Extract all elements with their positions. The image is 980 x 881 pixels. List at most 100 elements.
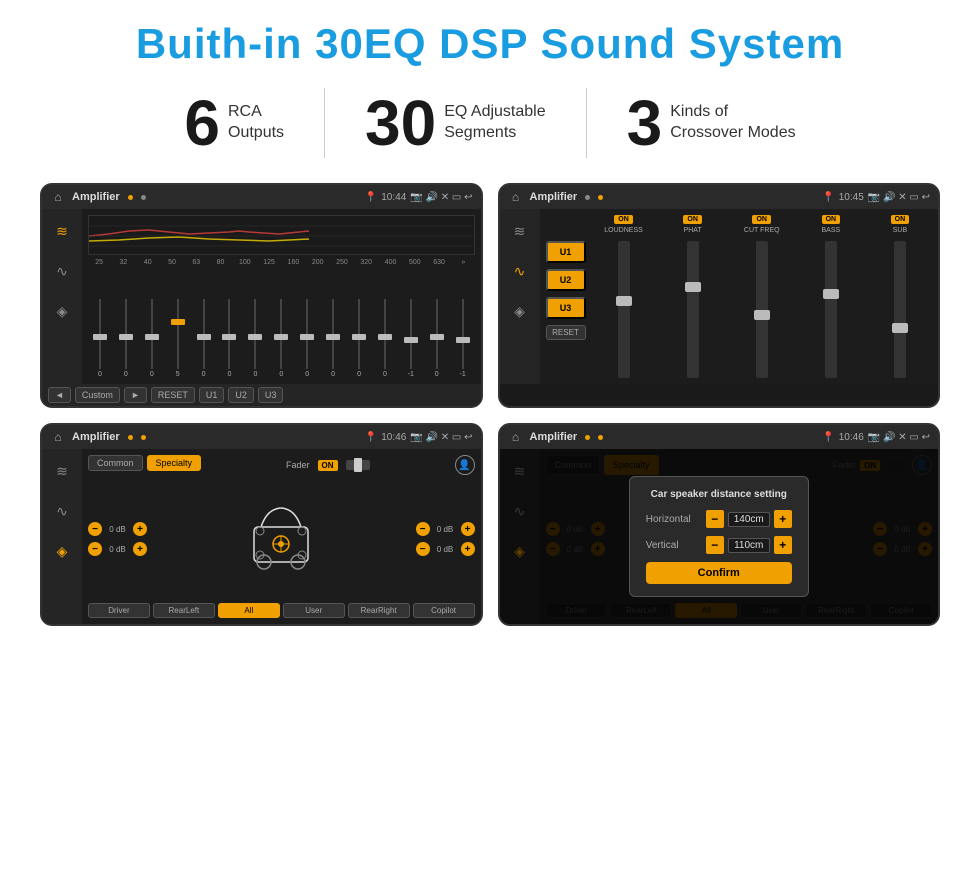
- fader-label: Fader: [286, 460, 310, 470]
- horizontal-minus[interactable]: −: [706, 510, 724, 528]
- u1-preset[interactable]: U1: [546, 241, 586, 263]
- confirm-button[interactable]: Confirm: [646, 562, 792, 584]
- fader-slider[interactable]: [346, 460, 370, 470]
- eq-slider-col-2[interactable]: 0: [140, 298, 164, 378]
- vertical-minus[interactable]: −: [706, 536, 724, 554]
- horizontal-value: 140cm: [728, 512, 770, 527]
- eq-label-7: 125: [258, 259, 280, 266]
- eq-label-1: 32: [112, 259, 134, 266]
- eq-slider-col-0[interactable]: 0: [88, 298, 112, 378]
- stat-label-rca: RCAOutputs: [228, 102, 284, 144]
- on-badge-bass[interactable]: ON: [822, 215, 841, 224]
- vol-val-0: 0 dB: [105, 525, 130, 534]
- reset-button[interactable]: RESET: [151, 387, 195, 403]
- driver-btn[interactable]: Driver: [88, 603, 150, 618]
- time-3: 10:46: [381, 432, 406, 443]
- custom-button[interactable]: Custom: [75, 387, 120, 403]
- eq-label-11: 320: [355, 259, 377, 266]
- specialty-tab[interactable]: Specialty: [147, 455, 202, 471]
- ch-label-bass: BASS: [821, 227, 840, 234]
- eq-label-4: 63: [185, 259, 207, 266]
- eq-slider-col-7[interactable]: 0: [269, 298, 293, 378]
- on-badge-loudness[interactable]: ON: [614, 215, 633, 224]
- eq-val-9: 0: [331, 371, 335, 378]
- eq-slider-col-9[interactable]: 0: [321, 298, 345, 378]
- vol-plus-0[interactable]: +: [133, 522, 147, 536]
- u2-preset[interactable]: U2: [546, 269, 586, 291]
- u3-button[interactable]: U3: [258, 387, 284, 403]
- common-tab[interactable]: Common: [88, 455, 143, 471]
- sidebar-eq-icon-2[interactable]: ≋: [506, 217, 534, 245]
- copilot-btn[interactable]: Copilot: [413, 603, 475, 618]
- rearleft-btn[interactable]: RearLeft: [153, 603, 215, 618]
- sidebar-wave-icon-3[interactable]: ∿: [48, 497, 76, 525]
- u2-button[interactable]: U2: [228, 387, 254, 403]
- eq-slider-col-13[interactable]: 0: [425, 298, 449, 378]
- eq-slider-col-1[interactable]: 0: [114, 298, 138, 378]
- vol-minus-1[interactable]: −: [88, 542, 102, 556]
- home-icon-3: ⌂: [50, 429, 66, 445]
- sidebar-speaker-icon[interactable]: ◈: [48, 297, 76, 325]
- reset-btn-amp[interactable]: RESET: [546, 325, 586, 340]
- u3-preset[interactable]: U3: [546, 297, 586, 319]
- u1-button[interactable]: U1: [199, 387, 225, 403]
- screen-speaker: ⌂ Amplifier 📍 10:46 📷 🔊 ✕ ▭ ↩ ≋ ∿ ◈: [40, 423, 483, 626]
- next-button[interactable]: ►: [124, 387, 147, 403]
- eq-slider-col-8[interactable]: 0: [295, 298, 319, 378]
- status-dot-2b: [598, 195, 603, 200]
- vertical-plus[interactable]: +: [774, 536, 792, 554]
- eq-slider-col-5[interactable]: 0: [218, 298, 242, 378]
- eq-slider-col-10[interactable]: 0: [347, 298, 371, 378]
- profile-icon[interactable]: 👤: [455, 455, 475, 475]
- channel-cutfreq: ON CUT FREQ: [730, 215, 794, 378]
- eq-graph: [88, 215, 475, 255]
- channel-bass: ON BASS: [799, 215, 863, 378]
- vol-minus-3[interactable]: −: [416, 542, 430, 556]
- rearright-btn[interactable]: RearRight: [348, 603, 410, 618]
- all-btn[interactable]: All: [218, 603, 280, 618]
- horizontal-plus[interactable]: +: [774, 510, 792, 528]
- eq-val-0: 0: [98, 371, 102, 378]
- vol-val-3: 0 dB: [433, 545, 458, 554]
- sidebar-eq-icon[interactable]: ≋: [48, 217, 76, 245]
- sidebar-wave-icon[interactable]: ∿: [48, 257, 76, 285]
- stat-number-crossover: 3: [627, 91, 663, 155]
- fader-on-badge[interactable]: ON: [318, 460, 338, 471]
- eq-slider-col-6[interactable]: 0: [243, 298, 267, 378]
- prev-button[interactable]: ◄: [48, 387, 71, 403]
- sidebar-eq-icon-3[interactable]: ≋: [48, 457, 76, 485]
- sidebar-speaker-icon-3[interactable]: ◈: [48, 537, 76, 565]
- screen-amp: ⌂ Amplifier 📍 10:45 📷 🔊 ✕ ▭ ↩ ≋ ∿ ◈: [498, 183, 941, 408]
- eq-slider-col-4[interactable]: 0: [192, 298, 216, 378]
- user-btn[interactable]: User: [283, 603, 345, 618]
- app-title-1: Amplifier: [72, 191, 120, 203]
- vol-minus-0[interactable]: −: [88, 522, 102, 536]
- eq-label-8: 160: [282, 259, 304, 266]
- vertical-label: Vertical: [646, 540, 679, 551]
- vol-minus-2[interactable]: −: [416, 522, 430, 536]
- eq-slider-col-12[interactable]: -1: [399, 298, 423, 378]
- eq-slider-col-14[interactable]: -1: [451, 298, 475, 378]
- ch-label-cutfreq: CUT FREQ: [744, 227, 780, 234]
- channel-phat: ON PHAT: [661, 215, 725, 378]
- speaker-tabs: Common Specialty: [88, 455, 201, 471]
- status-icons-3: 📍 10:46 📷 🔊 ✕ ▭ ↩: [365, 432, 473, 443]
- left-sidebar-2: ≋ ∿ ◈: [500, 209, 540, 384]
- vol-plus-1[interactable]: +: [133, 542, 147, 556]
- on-badge-sub[interactable]: ON: [891, 215, 910, 224]
- sidebar-wave-icon-2[interactable]: ∿: [506, 257, 534, 285]
- vol-plus-3[interactable]: +: [461, 542, 475, 556]
- eq-content: 25 32 40 50 63 80 100 125 160 200 250 32…: [82, 209, 481, 384]
- eq-label-14: 630: [428, 259, 450, 266]
- vol-val-1: 0 dB: [105, 545, 130, 554]
- on-badge-phat[interactable]: ON: [683, 215, 702, 224]
- eq-slider-col-3[interactable]: 5: [166, 298, 190, 378]
- sidebar-speaker-icon-2[interactable]: ◈: [506, 297, 534, 325]
- status-bar-1: ⌂ Amplifier 📍 10:44 📷 🔊 ✕ ▭ ↩: [42, 185, 481, 209]
- vol-plus-2[interactable]: +: [461, 522, 475, 536]
- eq-label-10: 250: [331, 259, 353, 266]
- eq-slider-col-11[interactable]: 0: [373, 298, 397, 378]
- eq-labels: 25 32 40 50 63 80 100 125 160 200 250 32…: [88, 259, 475, 266]
- home-icon-1: ⌂: [50, 189, 66, 205]
- on-badge-cutfreq[interactable]: ON: [752, 215, 771, 224]
